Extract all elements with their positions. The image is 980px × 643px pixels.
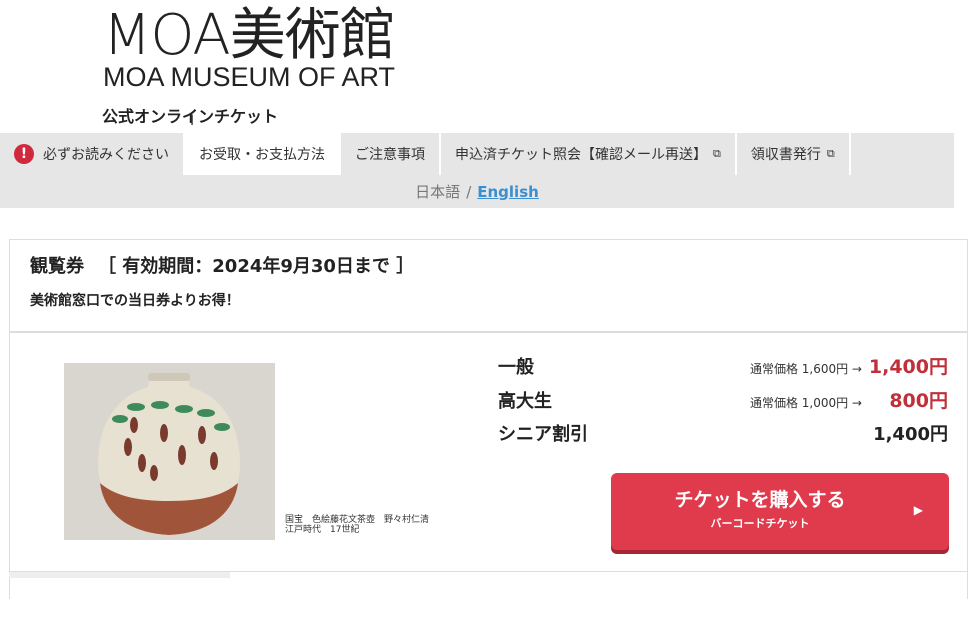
buy-ticket-label: チケットを購入する bbox=[674, 489, 846, 511]
vase-illustration bbox=[64, 363, 275, 540]
nav-item-receipt-payment[interactable]: お受取・お支払方法 bbox=[185, 133, 341, 175]
lang-en-link[interactable]: English bbox=[477, 183, 539, 201]
language-switcher: 日本語 / English bbox=[0, 175, 954, 208]
ticket-card-header: 観覧券 ［ 有効期間：2024年9月30日まで ］ 美術館窓口での当日券よりお得！ bbox=[10, 240, 967, 333]
price-value: 800円 bbox=[889, 390, 948, 412]
lang-separator: / bbox=[466, 182, 472, 201]
nav-item-notes[interactable]: ご注意事項 bbox=[341, 133, 441, 175]
price-value: 1,400円 bbox=[868, 356, 948, 378]
logo-jp: MOA美術館 bbox=[103, 3, 396, 68]
nav-item-label: お受取・お支払方法 bbox=[199, 147, 325, 163]
price-regular: 通常価格 1,000円 → bbox=[749, 396, 862, 410]
artwork-image bbox=[64, 363, 275, 540]
nav-item-label: 申込済チケット照会【確認メール再送】 bbox=[455, 147, 707, 163]
nav-item-label: 必ずお読みください bbox=[43, 147, 169, 163]
next-card-edge bbox=[9, 572, 230, 578]
price-regular: 通常価格 1,600円 → bbox=[749, 362, 862, 376]
nav-item-receipt-issue[interactable]: 領収書発行 ⧉ bbox=[737, 133, 851, 175]
ticket-validity: ［ 有効期間：2024年9月30日まで ］ bbox=[98, 256, 415, 277]
lang-ja[interactable]: 日本語 bbox=[415, 181, 460, 202]
buy-ticket-button[interactable]: チケットを購入する バーコードチケット ▶ bbox=[611, 473, 949, 550]
text-cursor-icon: I bbox=[190, 113, 195, 129]
price-label: シニア割引 bbox=[498, 424, 588, 445]
play-arrow-icon: ▶ bbox=[913, 503, 923, 517]
ticket-title-row: 観覧券 ［ 有効期間：2024年9月30日まで ］ bbox=[30, 254, 947, 280]
price-value: 1,400円 bbox=[873, 424, 948, 445]
artwork-caption: 国宝 色絵藤花文茶壺 野々村仁清 江戸時代 17世紀 bbox=[285, 515, 429, 535]
price-row-student: 高大生 通常価格 1,000円 → 800円 bbox=[498, 386, 948, 420]
nav-item-label: ご注意事項 bbox=[355, 147, 425, 163]
external-link-icon: ⧉ bbox=[826, 147, 835, 160]
artwork-caption-line2: 江戸時代 17世紀 bbox=[285, 525, 360, 535]
price-label: 高大生 bbox=[498, 391, 552, 412]
artwork-caption-line1: 国宝 色絵藤花文茶壺 野々村仁清 bbox=[285, 515, 430, 525]
nav-item-ticket-inquiry[interactable]: 申込済チケット照会【確認メール再送】 ⧉ bbox=[441, 133, 737, 175]
nav-item-label: 領収書発行 bbox=[750, 147, 821, 163]
logo-en: MOA MUSEUM OF ART bbox=[103, 62, 396, 92]
price-label: 一般 bbox=[498, 357, 534, 378]
external-link-icon: ⧉ bbox=[713, 147, 721, 160]
price-row-senior: シニア割引 1,400円 bbox=[498, 420, 948, 454]
ticket-subtitle: 美術館窓口での当日券よりお得！ bbox=[30, 293, 240, 309]
ticket-title: 観覧券 bbox=[30, 256, 84, 277]
price-row-general: 一般 通常価格 1,600円 → 1,400円 bbox=[498, 352, 948, 386]
buy-ticket-sublabel: バーコードチケット bbox=[710, 517, 810, 530]
price-list: 一般 通常価格 1,600円 → 1,400円 高大生 通常価格 1,000円 … bbox=[498, 352, 948, 454]
main-nav: ! 必ずお読みください お受取・お支払方法 ご注意事項 申込済チケット照会【確認… bbox=[0, 133, 954, 175]
warning-icon: ! bbox=[14, 144, 34, 164]
nav-item-must-read[interactable]: ! 必ずお読みください bbox=[0, 133, 185, 175]
